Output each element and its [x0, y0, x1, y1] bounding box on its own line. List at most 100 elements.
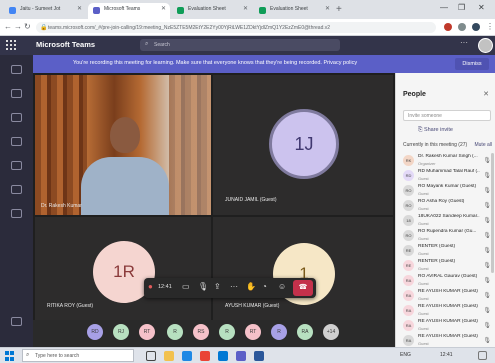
microphone-icon[interactable]: 🎙 [198, 282, 208, 291]
profile-icon[interactable] [472, 23, 480, 31]
taskbar-search-input[interactable]: ⌕ Type here to search [22, 349, 134, 362]
participant-bubble[interactable]: RT [139, 324, 155, 340]
close-window-icon[interactable]: ✕ [478, 3, 485, 12]
more-options-icon[interactable]: ··· [460, 38, 468, 47]
extension-icon[interactable] [444, 23, 452, 31]
forward-icon[interactable]: → [14, 22, 22, 31]
task-view-icon[interactable] [146, 351, 156, 361]
participant-role: Guest [418, 206, 429, 211]
microphone-muted-icon[interactable]: 🎙 [483, 277, 491, 284]
more-participants-bubble[interactable]: +14 [323, 324, 339, 340]
browser-tab-3[interactable]: Evaluation Sheet ✕ [172, 3, 252, 19]
camera-icon[interactable]: ▭ [182, 282, 190, 291]
browser-tab-2[interactable]: Microsoft Teams ✕ [88, 3, 170, 19]
more-apps-icon[interactable] [11, 209, 22, 218]
extension-icon[interactable] [458, 23, 466, 31]
minimize-icon[interactable]: — [440, 3, 448, 12]
store-icon[interactable] [218, 351, 228, 361]
raise-hand-icon[interactable]: ✋ [246, 282, 256, 291]
share-screen-icon[interactable]: ⇪ [214, 282, 221, 291]
microphone-muted-icon[interactable]: 🎙 [483, 232, 491, 239]
help-icon[interactable] [11, 317, 22, 326]
chat-icon[interactable] [11, 89, 22, 98]
tray-clock[interactable]: 12:41 [440, 352, 453, 358]
maximize-icon[interactable]: ❐ [458, 3, 465, 12]
microphone-muted-icon[interactable]: 🎙 [483, 247, 491, 254]
panel-scrollbar[interactable] [491, 153, 494, 273]
browser-tab-4[interactable]: Evaluation Sheet ✕ [254, 3, 334, 19]
teams-icon[interactable] [11, 113, 22, 122]
microphone-muted-icon[interactable]: 🎙 [483, 187, 491, 194]
invite-input[interactable]: Invite someone [403, 110, 491, 121]
browser-tab-1[interactable]: Jaitu - Sumeet Jot ✕ [4, 3, 86, 19]
participant-row[interactable]: RA RE AYUSH KUMAR (Guest) Guest 🎙 [401, 318, 493, 334]
microphone-muted-icon[interactable]: 🎙 [483, 157, 491, 164]
participant-bubble[interactable]: R [271, 324, 287, 340]
dismiss-button[interactable]: Dismiss [455, 58, 489, 70]
participant-row[interactable]: RA RE AYUSH KUMAR (Guest) Guest 🎙 [401, 303, 493, 319]
edge-icon[interactable] [182, 351, 192, 361]
participant-row[interactable]: RA RO AVIRAL Gaurav (Guest) Guest 🎙 [401, 273, 493, 289]
close-icon[interactable]: ✕ [325, 5, 330, 12]
windows-start-icon[interactable] [5, 351, 15, 361]
user-avatar[interactable] [478, 38, 493, 53]
microphone-muted-icon[interactable]: 🎙 [483, 217, 491, 224]
participant-name: 18UKA022 Sandeep Kumar... [418, 214, 480, 219]
close-icon[interactable]: ✕ [243, 5, 248, 12]
calls-icon[interactable] [11, 161, 22, 170]
participant-bubble[interactable]: RJ [113, 324, 129, 340]
more-actions-icon[interactable]: ··· [230, 282, 238, 291]
file-explorer-icon[interactable] [164, 351, 174, 361]
microphone-muted-icon[interactable]: 🎙 [483, 292, 491, 299]
notifications-icon[interactable] [478, 351, 487, 360]
microphone-muted-icon[interactable]: 🎙 [483, 322, 491, 329]
mute-all-button[interactable]: Mute all [474, 142, 492, 148]
participant-bubble[interactable]: R [167, 324, 183, 340]
participant-tile[interactable]: 1J JUNAID JAMIL (Guest) [213, 75, 393, 215]
microphone-muted-icon[interactable]: 🎙 [483, 307, 491, 314]
participant-video-tile[interactable]: Dr. Rakesh Kumar [35, 75, 211, 215]
activity-icon[interactable] [11, 65, 22, 74]
microphone-muted-icon[interactable]: 🎙 [483, 337, 491, 344]
participant-bubble[interactable]: RD [87, 324, 103, 340]
microphone-muted-icon[interactable]: 🎙 [483, 262, 491, 269]
hang-up-button[interactable]: ☎ [293, 280, 313, 296]
browser-menu-icon[interactable]: ⋮ [486, 22, 494, 31]
search-input[interactable]: ⌕ Search [140, 39, 340, 51]
participant-bubble[interactable]: RA [297, 324, 313, 340]
close-icon[interactable]: ✕ [77, 5, 82, 12]
participant-row[interactable]: RE RENTER (Guest) Guest 🎙 [401, 258, 493, 274]
participant-name: RO Rupendra Kumar (Gu... [418, 229, 477, 234]
chrome-icon[interactable] [200, 351, 210, 361]
participant-row[interactable]: RE RENTER (Guest) Guest 🎙 [401, 243, 493, 259]
back-icon[interactable]: ← [4, 22, 12, 31]
participant-row[interactable]: RO RO Rupendra Kumar (Gu... Guest 🎙 [401, 228, 493, 244]
app-launcher-icon[interactable] [6, 40, 16, 50]
share-invite-label: Share invite [423, 127, 453, 133]
close-icon[interactable]: ✕ [483, 90, 489, 98]
participant-row[interactable]: RD RD Muhammad Talal Rauf (... Guest 🎙 [401, 168, 493, 184]
participant-bubble[interactable]: RT [245, 324, 261, 340]
participant-bubble[interactable]: RS [193, 324, 209, 340]
microphone-muted-icon[interactable]: 🎙 [483, 202, 491, 209]
participant-row[interactable]: 18 18UKA022 Sandeep Kumar... Guest 🎙 [401, 213, 493, 229]
participant-bubble[interactable]: R [219, 324, 235, 340]
chat-bubble-icon[interactable]: ◔ [262, 282, 267, 291]
new-tab-icon[interactable]: + [336, 4, 342, 15]
tray-language[interactable]: ENG [400, 352, 411, 358]
participant-row[interactable]: RO RO Asha Roy (Guest) Guest 🎙 [401, 198, 493, 214]
microphone-muted-icon[interactable]: 🎙 [483, 172, 491, 179]
close-icon[interactable]: ✕ [161, 5, 166, 12]
files-icon[interactable] [11, 185, 22, 194]
share-invite-button[interactable]: ⎘ Share invite [418, 127, 453, 134]
teams-taskbar-icon[interactable] [236, 351, 246, 361]
participant-row[interactable]: RK Dr. Rakesh Kumar Singh (... Organizer 🎙 [401, 153, 493, 169]
word-icon[interactable] [254, 351, 264, 361]
calendar-icon[interactable] [11, 137, 22, 146]
reload-icon[interactable]: ↻ [24, 22, 31, 31]
participants-icon[interactable]: ☺ [278, 282, 286, 291]
section-header[interactable]: Currently in this meeting (27) [403, 142, 467, 148]
url-field[interactable]: 🔒 teams.microsoft.com/_#/pre-join-callin… [36, 22, 436, 33]
participant-row[interactable]: RA RE AYUSH KUMAR (Guest) Guest 🎙 [401, 288, 493, 304]
participant-row[interactable]: RO RO Mayank Kumar (Guest) Guest 🎙 [401, 183, 493, 199]
